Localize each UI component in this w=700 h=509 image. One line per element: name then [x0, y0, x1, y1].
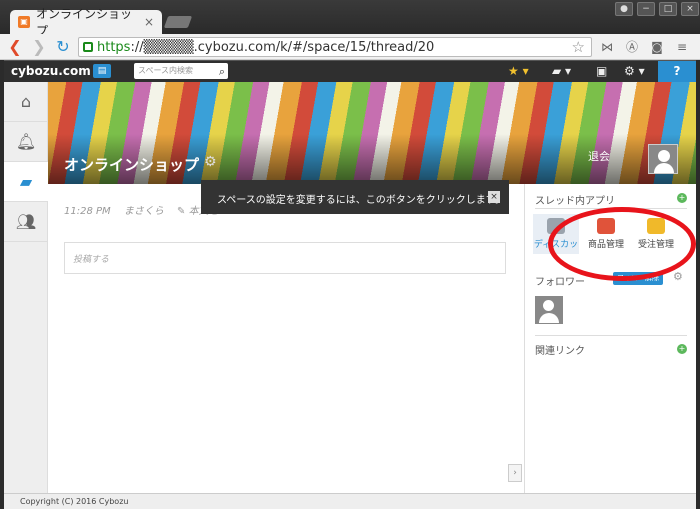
minimize-button[interactable]: −: [637, 2, 655, 16]
divider: [535, 335, 687, 336]
space-title: オンラインショップ: [64, 156, 200, 174]
new-tab-button[interactable]: [163, 16, 193, 28]
copyright-text: Copyright (C) 2016 Cybozu: [20, 497, 129, 506]
lock-icon: [83, 42, 93, 52]
camera-icon[interactable]: ◙: [650, 40, 664, 54]
search-placeholder: スペース内検索: [138, 66, 194, 75]
space-settings-gear-icon[interactable]: ⚙: [204, 154, 217, 170]
user-icon[interactable]: ▣: [596, 64, 607, 78]
space-avatar[interactable]: [648, 144, 678, 174]
leave-button[interactable]: 退会: [588, 148, 610, 164]
tooltip-close-button[interactable]: ×: [488, 191, 500, 203]
reload-icon[interactable]: ↻: [54, 38, 72, 56]
people-icon[interactable]: 👥︎: [4, 202, 48, 242]
tab-close-button[interactable]: ×: [144, 15, 154, 29]
post-author[interactable]: まさくら: [124, 206, 164, 217]
extension-icon[interactable]: ⋈: [600, 40, 614, 54]
followers-gear-icon[interactable]: ⚙: [673, 270, 683, 283]
browser-titlebar: ▣ オンラインショップ × ● − □ ×: [0, 0, 700, 38]
sidebar-toggle-button[interactable]: ›: [508, 464, 522, 482]
space-page: ⌂ 🔔︎ ▰ 👥︎ オンラインショップ ⚙ 退会 11:28 PM まさくら ✎…: [4, 82, 696, 493]
angular-extension-icon[interactable]: Ⓐ: [625, 40, 639, 54]
cybozu-logo[interactable]: cybozu.com: [11, 64, 91, 78]
kintone-favicon-icon: ▣: [18, 16, 30, 28]
back-arrow-icon[interactable]: ❮: [6, 38, 24, 56]
tooltip-popup: スペースの設定を変更するには、このボタンをクリックします。 ×: [201, 180, 509, 214]
help-button[interactable]: ?: [658, 61, 696, 82]
avatar-body: [654, 163, 674, 173]
space-search-input[interactable]: スペース内検索 ⌕: [134, 63, 228, 79]
user-profile-icon[interactable]: ●: [615, 2, 633, 16]
space-chat-icon[interactable]: ▰: [4, 162, 48, 202]
avatar-head: [658, 150, 670, 162]
followers-heading: フォロワー: [535, 277, 585, 288]
add-link-icon[interactable]: +: [677, 344, 687, 354]
favorites-star-icon[interactable]: ★ ▾: [508, 64, 529, 78]
url-path: ://▒▒▒▒▒.cybozu.com/k/#/space/15/thread/…: [130, 39, 435, 55]
notification-bell-icon[interactable]: 🔔︎: [4, 122, 48, 162]
thread-main: 11:28 PM まさくら ✎ 本文を 投稿する ›: [48, 184, 524, 493]
left-navigation: ⌂ 🔔︎ ▰ 👥︎: [4, 82, 48, 493]
maximize-button[interactable]: □: [659, 2, 677, 16]
thread-apps-heading: スレッド内アプリ: [535, 196, 615, 207]
avatar-head: [543, 300, 554, 311]
menu-icon[interactable]: ≡: [675, 40, 689, 54]
window-close-button[interactable]: ×: [681, 2, 699, 16]
apps-icon[interactable]: ▤: [93, 64, 111, 78]
avatar-body: [539, 313, 559, 323]
post-time: 11:28 PM: [64, 206, 111, 217]
footer: Copyright (C) 2016 Cybozu: [4, 493, 696, 509]
search-icon[interactable]: ⌕: [219, 64, 225, 80]
url-scheme: https: [97, 39, 131, 55]
cybozu-header: cybozu.com ▤ スペース内検索 ⌕ ★ ▾ ▰ ▾ ▣ ⚙ ▾ ?: [4, 60, 696, 82]
home-icon[interactable]: ⌂: [4, 82, 48, 122]
highlight-annotation: [548, 207, 696, 281]
forward-arrow-icon[interactable]: ❯: [30, 38, 48, 56]
space-cover-image: オンラインショップ ⚙ 退会: [48, 82, 696, 184]
related-links-heading: 関連リンク: [535, 346, 585, 357]
bookmark-star-icon[interactable]: ☆: [572, 38, 585, 56]
follower-avatar[interactable]: [535, 296, 563, 324]
notifications-icon[interactable]: ▰ ▾: [552, 64, 571, 78]
settings-gear-icon[interactable]: ⚙ ▾: [624, 64, 645, 78]
post-input[interactable]: 投稿する: [64, 242, 506, 274]
browser-tab[interactable]: ▣ オンラインショップ ×: [10, 7, 162, 38]
add-app-icon[interactable]: +: [677, 193, 687, 203]
address-bar[interactable]: https ://▒▒▒▒▒.cybozu.com/k/#/space/15/t…: [78, 37, 592, 57]
browser-toolbar: ❮ ❯ ↻ https ://▒▒▒▒▒.cybozu.com/k/#/spac…: [0, 34, 700, 60]
tooltip-text: スペースの設定を変更するには、このボタンをクリックします。: [217, 195, 505, 206]
